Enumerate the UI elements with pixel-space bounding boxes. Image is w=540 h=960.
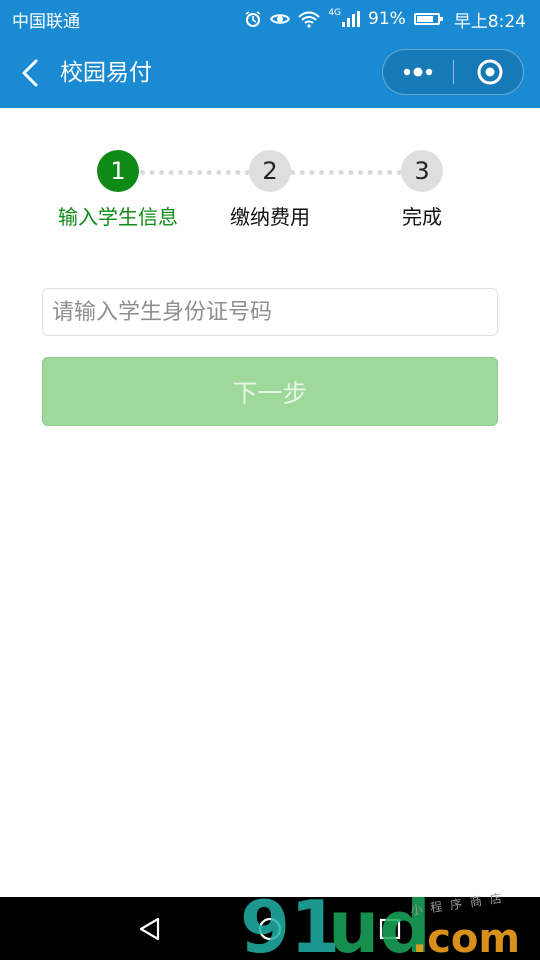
svg-text:91: 91: [240, 888, 340, 960]
step-3-label: 完成: [402, 205, 442, 229]
step-3-circle: 3: [401, 150, 443, 192]
more-button[interactable]: [383, 50, 453, 94]
battery-percent-label: 91%: [368, 9, 406, 29]
step-2-label: 缴纳费用: [230, 205, 310, 229]
page-title: 校园易付: [60, 60, 152, 86]
more-dots-icon: [403, 67, 433, 77]
carrier-label: 中国联通: [12, 11, 80, 32]
step-2-circle: 2: [249, 150, 291, 192]
network-type-label: 4G: [328, 8, 342, 18]
student-id-input[interactable]: [42, 288, 498, 336]
back-button[interactable]: [14, 55, 50, 91]
step-1-circle: 1: [97, 150, 139, 192]
triangle-back-icon: [139, 917, 160, 941]
clock-label: 早上8:24: [453, 11, 526, 32]
status-bar: 中国联通 4G 91% 早上8:24: [0, 0, 540, 38]
next-step-label: 下一步: [232, 378, 308, 408]
close-miniprogram-button[interactable]: [454, 50, 524, 94]
battery-icon: [413, 13, 443, 25]
alarm-icon: [244, 10, 262, 28]
system-back-button[interactable]: [132, 911, 168, 947]
step-3-number: 3: [414, 157, 430, 185]
signal-icon: 4G: [328, 8, 361, 27]
step-1-number: 1: [110, 157, 126, 185]
step-1-label: 输入学生信息: [58, 205, 178, 229]
nav-bar: 校园易付: [0, 38, 540, 108]
battery-level-fill: [416, 16, 433, 22]
capsule-menu: [382, 49, 524, 95]
step-connector: [140, 170, 250, 175]
eye-icon: [270, 11, 291, 27]
chevron-left-icon: [22, 59, 38, 87]
next-step-button[interactable]: 下一步: [42, 357, 498, 426]
target-close-icon: [477, 59, 503, 85]
step-2-number: 2: [262, 157, 278, 185]
step-connector: [290, 170, 402, 175]
svg-text:.com: .com: [412, 916, 520, 960]
status-icons: 4G 91% 早上8:24: [244, 7, 526, 32]
wifi-icon: [298, 10, 321, 28]
